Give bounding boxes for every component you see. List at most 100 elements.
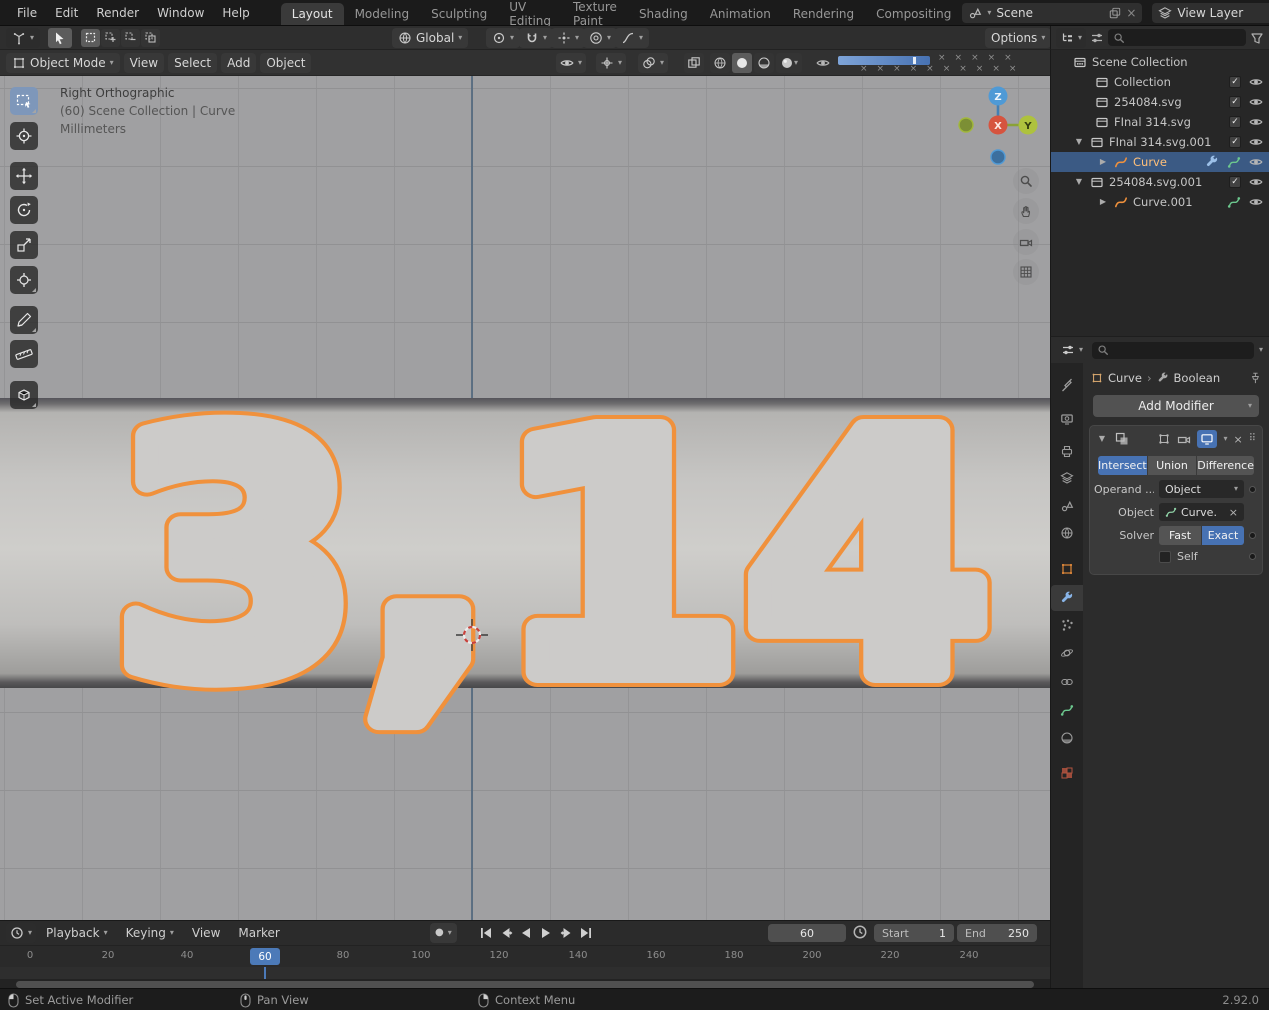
show-gizmo-dropdown[interactable]: ▾ bbox=[596, 52, 627, 73]
eye-icon[interactable] bbox=[1249, 75, 1263, 89]
menu-playback[interactable]: Playback ▾ bbox=[38, 926, 116, 940]
collection-checkbox[interactable]: ✓ bbox=[1229, 176, 1241, 188]
select-box-tool[interactable] bbox=[10, 87, 38, 115]
prev-keyframe-button[interactable] bbox=[497, 925, 515, 941]
frame-start-field[interactable]: Start 1 bbox=[874, 924, 954, 942]
options-dropdown[interactable]: Options ▾ bbox=[985, 27, 1052, 48]
active-tool-button[interactable] bbox=[48, 27, 73, 48]
tab-modeling[interactable]: Modeling bbox=[344, 3, 421, 25]
gizmo-axis-y-negative[interactable] bbox=[958, 117, 974, 133]
tab-render[interactable] bbox=[1051, 406, 1083, 432]
scene-selector[interactable]: ▾ Scene × bbox=[962, 2, 1143, 23]
menu-view[interactable]: View bbox=[123, 52, 165, 73]
disclosure-open-icon[interactable]: ▼ bbox=[1073, 178, 1085, 186]
menu-edit[interactable]: Edit bbox=[46, 6, 87, 20]
tab-tool[interactable] bbox=[1051, 372, 1083, 398]
outliner-editor-type-selector[interactable]: ▾ bbox=[1056, 27, 1087, 48]
properties-filter-dropdown[interactable]: ▾ bbox=[1259, 346, 1263, 354]
menu-keying[interactable]: Keying ▾ bbox=[118, 926, 182, 940]
menu-help[interactable]: Help bbox=[213, 6, 258, 20]
menu-marker[interactable]: Marker bbox=[230, 926, 287, 940]
viewport-3d[interactable]: 3,14 3,14 Right Orthographic (60) Scene … bbox=[0, 76, 1050, 920]
outliner-row-final-314-svg-001[interactable]: ▼ FInal 314.svg.001 ✓ bbox=[1051, 132, 1269, 152]
snap-target-dropdown[interactable]: ▾ bbox=[551, 27, 586, 48]
scale-tool[interactable] bbox=[10, 231, 38, 259]
outliner-row-scene-collection[interactable]: Scene Collection bbox=[1051, 52, 1269, 72]
proportional-editing-toggle[interactable]: ▾ bbox=[583, 27, 618, 48]
jump-to-start-button[interactable] bbox=[477, 925, 495, 941]
modifier-delete-button[interactable]: × bbox=[1233, 434, 1242, 445]
decorator-dot[interactable] bbox=[1249, 485, 1256, 493]
disclosure-open-icon[interactable]: ▼ bbox=[1073, 138, 1085, 146]
tab-sculpting[interactable]: Sculpting bbox=[420, 3, 498, 25]
pan-hand-button[interactable] bbox=[1013, 198, 1039, 224]
eye-icon[interactable] bbox=[816, 56, 830, 70]
collection-checkbox[interactable]: ✓ bbox=[1229, 136, 1241, 148]
cursor-tool[interactable] bbox=[10, 122, 38, 150]
eye-icon[interactable] bbox=[1249, 135, 1263, 149]
timeline-editor-type-selector[interactable]: ▾ bbox=[6, 923, 37, 943]
play-reverse-button[interactable] bbox=[517, 925, 535, 941]
tab-modifiers[interactable] bbox=[1051, 585, 1083, 611]
menu-render[interactable]: Render bbox=[87, 6, 148, 20]
tab-world[interactable] bbox=[1051, 520, 1083, 546]
eye-icon[interactable] bbox=[1249, 95, 1263, 109]
next-keyframe-button[interactable] bbox=[557, 925, 575, 941]
rotate-tool[interactable] bbox=[10, 196, 38, 224]
collection-checkbox[interactable]: ✓ bbox=[1229, 76, 1241, 88]
copy-icon[interactable] bbox=[1109, 7, 1121, 19]
tab-constraints[interactable] bbox=[1051, 669, 1083, 695]
decorator-dot[interactable] bbox=[1249, 553, 1256, 560]
shading-rendered-button[interactable]: ▾ bbox=[776, 52, 802, 73]
gizmo-axis-z-negative[interactable] bbox=[990, 149, 1006, 165]
auto-keying-toggle[interactable]: ● ▾ bbox=[430, 923, 457, 943]
object-field[interactable]: Curve. × bbox=[1159, 503, 1244, 521]
outliner-row-254084-svg-001[interactable]: ▼ 254084.svg.001 ✓ bbox=[1051, 172, 1269, 192]
select-mode-subtract-button[interactable] bbox=[121, 28, 141, 47]
show-overlays-dropdown[interactable]: ▾ bbox=[638, 52, 669, 73]
collection-checkbox[interactable]: ✓ bbox=[1229, 116, 1241, 128]
timeline-ruler[interactable]: 0 20 40 60 80 100 120 140 160 180 200 22… bbox=[0, 945, 1050, 967]
snap-toggle[interactable]: ▾ bbox=[519, 27, 554, 48]
select-mode-extend-button[interactable] bbox=[101, 28, 121, 47]
modifier-wrench-icon[interactable] bbox=[1205, 155, 1219, 169]
menu-file[interactable]: File bbox=[8, 6, 46, 20]
shading-solid-button[interactable] bbox=[732, 52, 752, 73]
outliner-row-final-314-svg[interactable]: FInal 314.svg ✓ bbox=[1051, 112, 1269, 132]
collection-checkbox[interactable]: ✓ bbox=[1229, 96, 1241, 108]
xray-toggle[interactable] bbox=[684, 52, 704, 73]
menu-add[interactable]: Add bbox=[221, 52, 257, 73]
header-toggle-x-icons[interactable]: ×××××××××× bbox=[860, 65, 1025, 74]
annotate-tool[interactable] bbox=[10, 306, 38, 334]
tab-view-layer[interactable] bbox=[1051, 465, 1083, 491]
operand-type-dropdown[interactable]: Object ▾ bbox=[1159, 480, 1244, 498]
playhead-line[interactable] bbox=[264, 967, 266, 979]
editmode-display-toggle[interactable] bbox=[1157, 432, 1171, 446]
operation-union-button[interactable]: Union bbox=[1147, 456, 1197, 475]
pivot-point-dropdown[interactable]: ▾ bbox=[486, 27, 521, 48]
menu-select[interactable]: Select bbox=[168, 52, 218, 73]
decorator-dot[interactable] bbox=[1249, 532, 1256, 539]
transform-tool[interactable] bbox=[10, 266, 38, 294]
perspective-toggle-button[interactable] bbox=[1013, 259, 1039, 285]
tab-particles[interactable] bbox=[1051, 612, 1083, 638]
mode-selector[interactable]: Object Mode ▾ bbox=[6, 52, 120, 73]
clear-object-button[interactable]: × bbox=[1229, 507, 1238, 518]
disclosure-closed-icon[interactable]: ▶ bbox=[1097, 198, 1109, 206]
eye-icon[interactable] bbox=[1249, 115, 1263, 129]
shading-wireframe-button[interactable] bbox=[710, 52, 730, 73]
properties-editor-type-selector[interactable]: ▾ bbox=[1057, 340, 1088, 360]
eye-icon[interactable] bbox=[1249, 155, 1263, 169]
frame-end-field[interactable]: End 250 bbox=[957, 924, 1037, 942]
tab-compositing[interactable]: Compositing bbox=[865, 3, 962, 25]
tab-rendering[interactable]: Rendering bbox=[782, 3, 865, 25]
outliner-row-collection[interactable]: Collection ✓ bbox=[1051, 72, 1269, 92]
outliner-row-curve-selected[interactable]: ▶ Curve bbox=[1051, 152, 1269, 172]
tab-layout[interactable]: Layout bbox=[280, 2, 344, 25]
select-mode-intersect-button[interactable] bbox=[141, 28, 161, 47]
eye-icon[interactable] bbox=[1249, 195, 1263, 209]
operation-intersect-button[interactable]: Intersect bbox=[1098, 456, 1147, 475]
solver-fast-button[interactable]: Fast bbox=[1159, 526, 1201, 545]
render-display-toggle[interactable] bbox=[1177, 432, 1191, 446]
eye-icon[interactable] bbox=[1249, 175, 1263, 189]
